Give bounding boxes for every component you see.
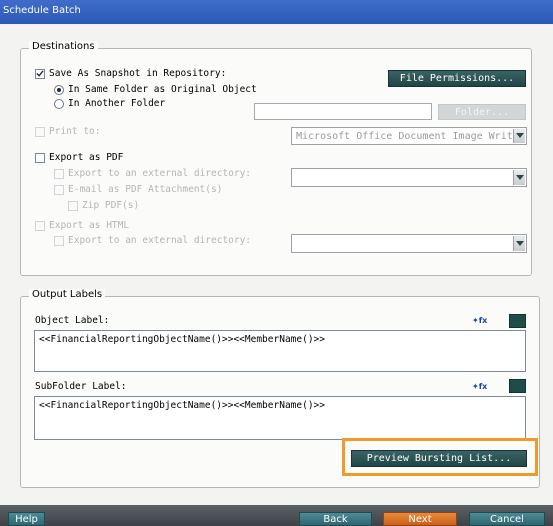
radio-same-folder[interactable] bbox=[54, 84, 64, 95]
object-label-field[interactable]: <<FinancialReportingObjectName()>><<Memb… bbox=[34, 330, 526, 372]
export-pdf-row[interactable]: Export as PDF bbox=[35, 152, 123, 163]
help-button[interactable]: Help bbox=[8, 512, 45, 526]
radio-another-folder[interactable] bbox=[54, 98, 64, 109]
html-directory-select[interactable] bbox=[291, 234, 527, 253]
folder-button[interactable]: Folder... bbox=[438, 104, 526, 120]
chevron-down-icon[interactable] bbox=[513, 129, 525, 143]
object-label-heading: Object Label: bbox=[35, 315, 109, 326]
radio-same-folder-row[interactable]: In Same Folder as Original Object bbox=[54, 84, 257, 95]
print-to-row[interactable]: Print to: bbox=[35, 126, 100, 137]
radio-selected-dot-icon bbox=[57, 87, 61, 92]
print-to-label: Print to: bbox=[49, 126, 101, 137]
pdf-export-external-checkbox[interactable] bbox=[54, 168, 64, 179]
export-pdf-label: Export as PDF bbox=[49, 152, 124, 163]
pdf-email-checkbox[interactable] bbox=[54, 184, 64, 195]
chevron-down-icon[interactable] bbox=[513, 170, 525, 185]
radio-another-folder-row[interactable]: In Another Folder bbox=[54, 98, 165, 109]
destinations-legend: Destinations bbox=[29, 41, 98, 52]
save-snapshot-label: Save As Snapshot in Repository: bbox=[49, 68, 227, 79]
preview-bursting-button[interactable]: Preview Bursting List... bbox=[351, 450, 527, 467]
save-snapshot-row[interactable]: Save As Snapshot in Repository: bbox=[35, 68, 226, 79]
file-permissions-button[interactable]: File Permissions... bbox=[388, 70, 526, 87]
cancel-button[interactable]: Cancel bbox=[469, 512, 545, 526]
pdf-email-label: E-mail as PDF Attachment(s) bbox=[68, 184, 223, 195]
pdf-zip-row[interactable]: Zip PDF(s) bbox=[68, 200, 139, 211]
output-labels-legend: Output Labels bbox=[29, 289, 106, 300]
pdf-export-external-row[interactable]: Export to an external directory: bbox=[54, 168, 251, 179]
window-title: Schedule Batch bbox=[0, 0, 553, 24]
export-html-label: Export as HTML bbox=[49, 220, 130, 231]
object-label-label: Object Label: bbox=[35, 315, 110, 326]
subfolder-label-field[interactable]: <<FinancialReportingObjectName()>><<Memb… bbox=[34, 396, 526, 440]
folder-path-input[interactable] bbox=[254, 103, 432, 120]
pdf-export-external-label: Export to an external directory: bbox=[68, 168, 252, 179]
next-button[interactable]: Next bbox=[383, 512, 457, 526]
export-html-checkbox[interactable] bbox=[35, 220, 45, 231]
printer-select[interactable]: Microsoft Office Document Image Writer bbox=[291, 127, 527, 145]
export-html-row[interactable]: Export as HTML bbox=[35, 220, 129, 231]
insert-function-icon[interactable]: ✦fx bbox=[472, 316, 487, 325]
pdf-zip-label: Zip PDF(s) bbox=[82, 200, 140, 211]
pdf-zip-checkbox[interactable] bbox=[68, 200, 78, 211]
insert-function-icon[interactable]: ✦fx bbox=[472, 382, 487, 391]
back-button[interactable]: Back bbox=[299, 512, 372, 526]
pdf-email-row[interactable]: E-mail as PDF Attachment(s) bbox=[54, 184, 222, 195]
html-export-external-label: Export to an external directory: bbox=[68, 235, 252, 246]
subfolder-label-heading: SubFolder Label: bbox=[35, 381, 127, 392]
radio-another-folder-label: In Another Folder bbox=[68, 98, 166, 109]
checkmark-icon bbox=[36, 70, 44, 77]
pdf-directory-select[interactable] bbox=[291, 168, 527, 187]
html-export-external-checkbox[interactable] bbox=[54, 235, 64, 246]
printer-select-value: Microsoft Office Document Image Writer bbox=[296, 130, 525, 142]
object-label-color-swatch[interactable] bbox=[509, 314, 526, 328]
radio-same-folder-label: In Same Folder as Original Object bbox=[68, 84, 257, 95]
export-pdf-checkbox[interactable] bbox=[35, 152, 45, 163]
save-snapshot-checkbox[interactable] bbox=[35, 68, 45, 79]
subfolder-label-label: SubFolder Label: bbox=[35, 381, 127, 392]
print-to-checkbox[interactable] bbox=[35, 126, 45, 137]
subfolder-label-color-swatch[interactable] bbox=[509, 379, 526, 393]
html-export-external-row[interactable]: Export to an external directory: bbox=[54, 235, 251, 246]
chevron-down-icon[interactable] bbox=[513, 236, 525, 251]
